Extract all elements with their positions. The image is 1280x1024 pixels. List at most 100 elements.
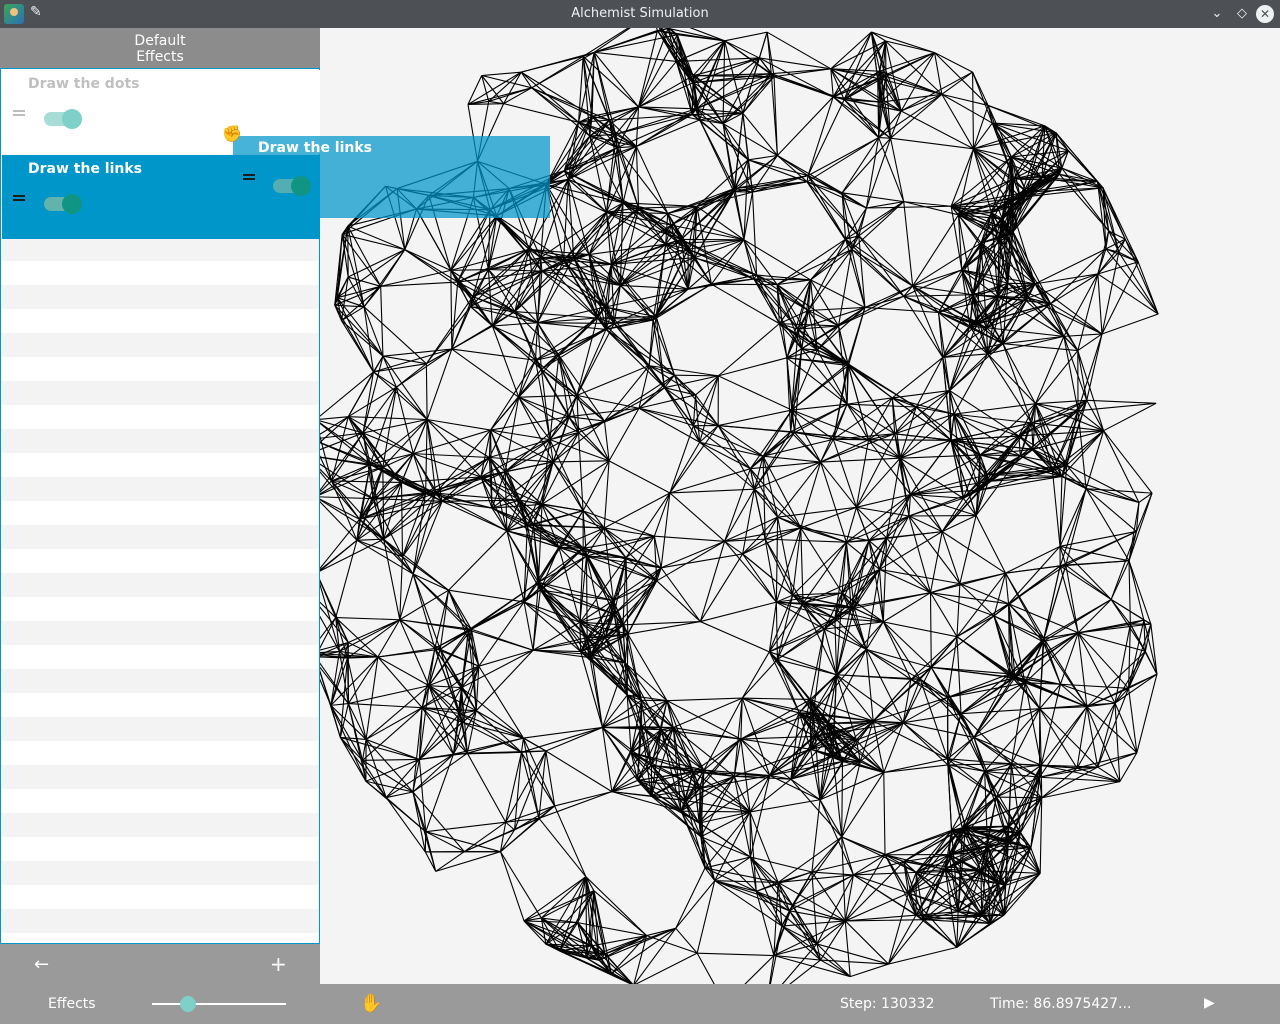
network-link	[1101, 252, 1120, 335]
network-link	[362, 758, 420, 761]
play-button[interactable]: ▶	[1204, 995, 1215, 1011]
bottom-toolbar: Effects ✋ Step: 130332 Time: 86.8975427.…	[0, 984, 1280, 1024]
network-link	[666, 697, 743, 702]
network-link	[846, 403, 895, 435]
network-link	[538, 817, 587, 878]
network-link	[947, 763, 1012, 766]
network-link	[675, 34, 678, 62]
slider-thumb[interactable]	[180, 996, 197, 1012]
network-link	[742, 697, 811, 701]
network-link	[879, 568, 960, 585]
network-link	[335, 540, 358, 618]
network-link	[972, 71, 989, 106]
drag-handle-icon[interactable]	[13, 195, 25, 201]
network-link	[1041, 781, 1120, 799]
network-link	[894, 413, 955, 435]
network-link	[949, 343, 1004, 391]
network-link	[800, 527, 804, 604]
network-link	[714, 856, 751, 882]
network-link	[842, 720, 874, 762]
network-link	[1002, 343, 1036, 404]
minimize-button[interactable]: ⌄	[1207, 4, 1227, 24]
network-link	[1050, 303, 1065, 337]
network-link	[841, 137, 891, 194]
network-link	[348, 703, 423, 709]
network-link	[820, 461, 847, 543]
network-link	[377, 656, 423, 709]
drag-handle-icon[interactable]	[13, 110, 25, 116]
maximize-button[interactable]: ◇	[1232, 4, 1252, 24]
network-link	[425, 363, 428, 420]
network-link	[425, 296, 474, 364]
network-link	[858, 207, 867, 236]
network-link	[699, 775, 771, 824]
network-link	[832, 96, 879, 138]
network-link	[475, 649, 534, 712]
network-link	[800, 527, 843, 594]
network-link	[1077, 410, 1104, 432]
network-link	[684, 738, 742, 801]
network-link	[425, 831, 465, 853]
network-link	[987, 353, 1036, 405]
panel-footer: ← +	[0, 944, 320, 984]
network-link	[1097, 702, 1116, 768]
network-link	[655, 316, 675, 376]
network-link	[365, 707, 423, 740]
network-link	[471, 589, 541, 630]
network-link	[807, 175, 860, 237]
network-link	[624, 662, 668, 702]
effect-toggle[interactable]	[44, 194, 82, 214]
network-link	[425, 419, 428, 493]
network-link	[871, 31, 935, 54]
network-link	[1110, 560, 1130, 600]
network-link	[792, 527, 802, 596]
network-link	[777, 882, 818, 945]
panel-header-line2: Effects	[136, 49, 184, 65]
network-link	[838, 285, 913, 327]
grab-cursor-icon: ✊	[222, 124, 242, 143]
network-link	[786, 349, 818, 359]
hand-icon[interactable]: ✋	[360, 993, 382, 1014]
network-link	[1128, 560, 1152, 625]
network-link	[365, 656, 379, 740]
network-link	[775, 602, 778, 660]
network-link	[996, 796, 1042, 799]
network-link	[448, 530, 508, 591]
network-link	[1008, 603, 1079, 634]
network-link	[470, 248, 530, 308]
network-link	[696, 952, 715, 984]
network-link	[866, 648, 921, 680]
network-link	[903, 722, 975, 738]
zoom-slider[interactable]	[152, 996, 286, 1012]
network-link	[930, 583, 961, 594]
network-link	[899, 406, 917, 459]
network-link	[335, 616, 400, 621]
network-link	[912, 214, 959, 287]
network-link	[960, 677, 1013, 715]
network-link	[841, 137, 880, 194]
network-link	[888, 914, 917, 965]
network-link	[1086, 333, 1103, 401]
close-button[interactable]: ✕	[1256, 5, 1274, 23]
effects-button[interactable]: Effects	[48, 996, 96, 1012]
network-link	[1128, 560, 1131, 625]
add-effect-button[interactable]: +	[270, 952, 287, 976]
network-link	[396, 348, 453, 388]
network-link	[828, 722, 904, 725]
network-link	[377, 656, 430, 687]
effect-toggle[interactable]	[44, 109, 82, 129]
network-link	[842, 192, 904, 203]
network-link	[492, 322, 538, 327]
network-link	[636, 108, 697, 147]
network-link	[930, 615, 995, 668]
network-link	[947, 736, 975, 760]
network-link	[380, 286, 384, 357]
network-link	[972, 105, 989, 149]
back-button[interactable]: ←	[34, 954, 49, 975]
network-link	[836, 674, 874, 722]
network-link	[903, 294, 973, 297]
network-link	[434, 628, 472, 649]
network-link	[1039, 641, 1044, 709]
network-link	[604, 306, 650, 366]
network-link	[1007, 282, 1065, 337]
